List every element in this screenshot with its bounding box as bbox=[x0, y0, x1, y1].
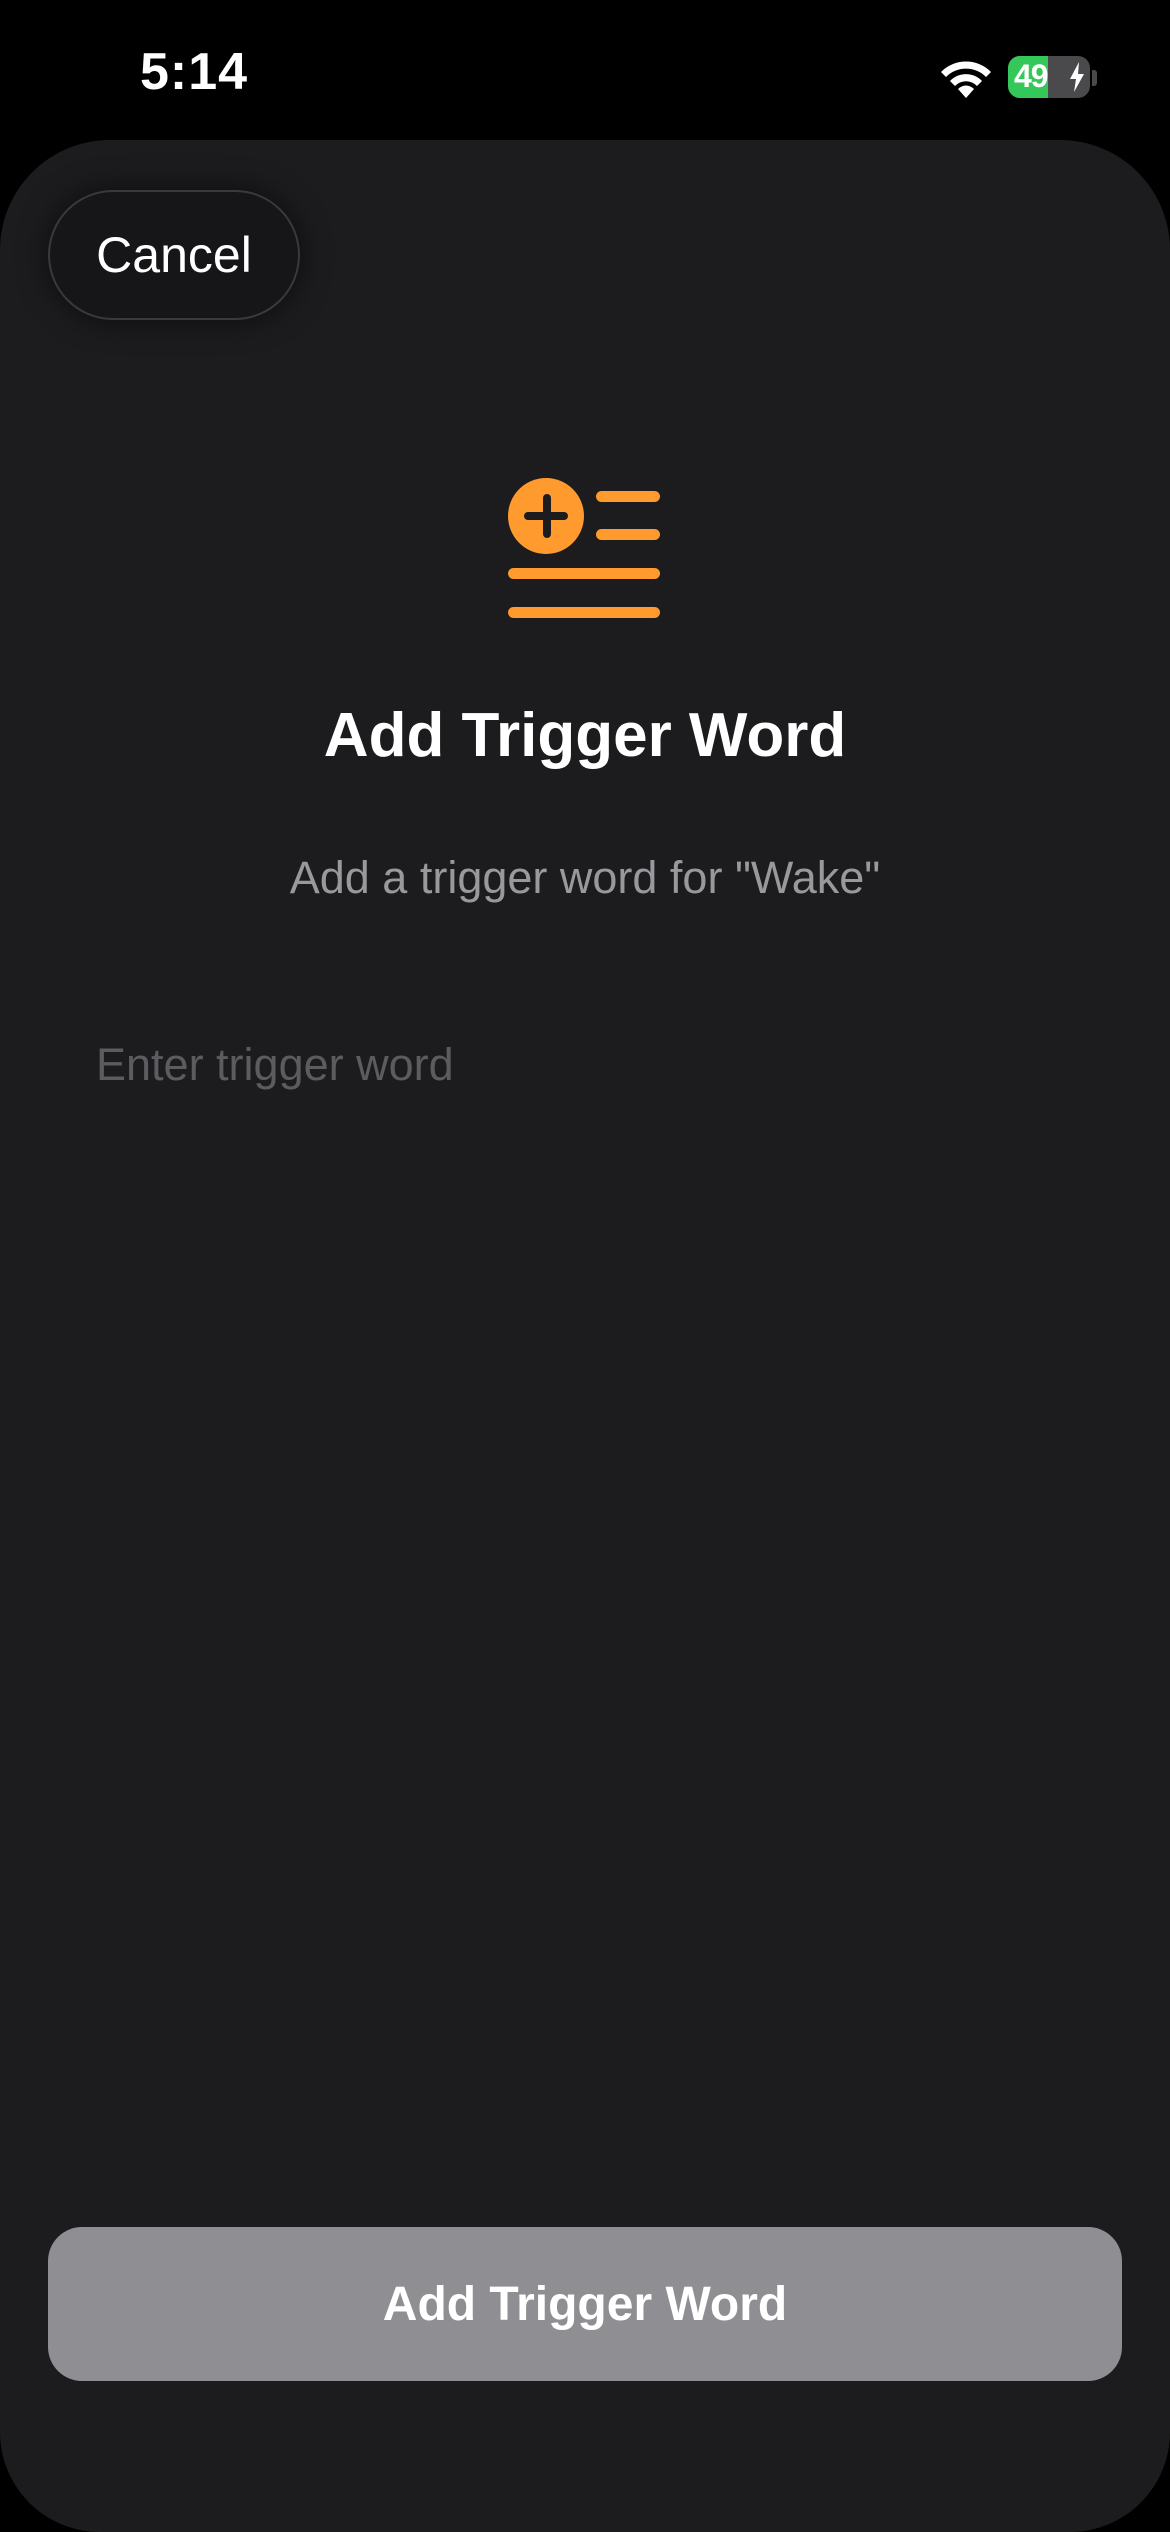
wifi-icon bbox=[941, 61, 991, 98]
battery-indicator: 49 bbox=[1008, 56, 1090, 98]
add-trigger-word-button[interactable]: Add Trigger Word bbox=[48, 2227, 1122, 2381]
cancel-button[interactable]: Cancel bbox=[48, 190, 300, 320]
sheet-title: Add Trigger Word bbox=[323, 701, 847, 770]
charging-bolt-icon bbox=[1070, 62, 1084, 92]
add-list-icon bbox=[508, 478, 660, 618]
trigger-word-input[interactable] bbox=[96, 1020, 1076, 1110]
status-bar: 5:14 49 bbox=[0, 0, 1170, 140]
battery-cap bbox=[1092, 70, 1097, 86]
battery-percent: 49 bbox=[1014, 58, 1049, 94]
add-trigger-word-sheet: Cancel Add Trigger Word Add a trigger wo… bbox=[0, 140, 1170, 2532]
sheet-subtitle: Add a trigger word for "Wake" bbox=[289, 852, 881, 903]
status-time: 5:14 bbox=[140, 43, 249, 101]
